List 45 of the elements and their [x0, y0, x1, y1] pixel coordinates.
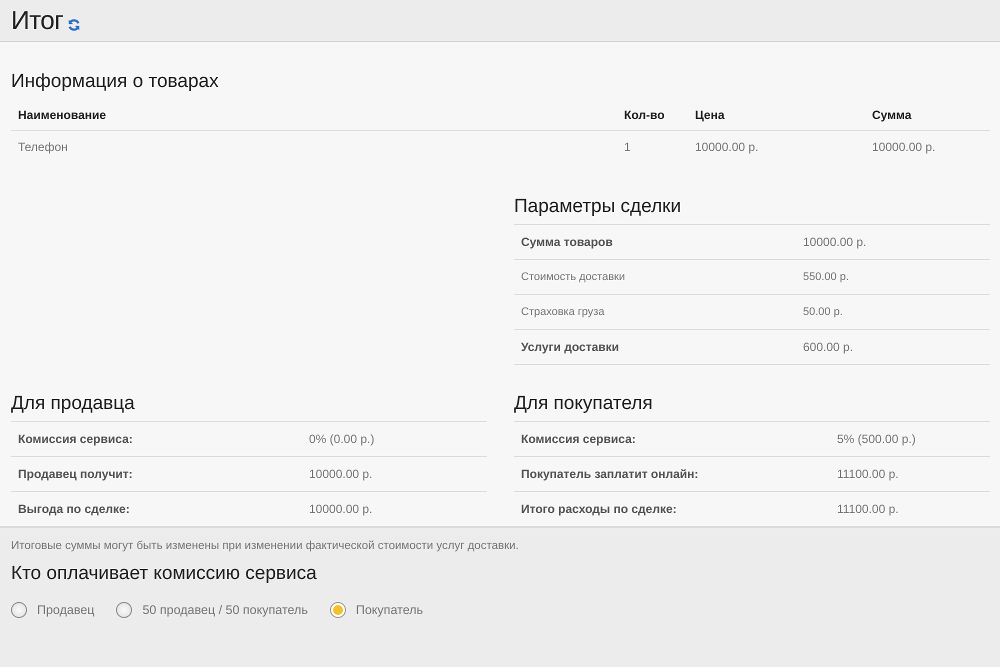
- row-value: 11100.00 р.: [837, 467, 900, 481]
- row-value: 50.00 р.: [803, 306, 844, 318]
- radio-option[interactable]: 50 продавец / 50 покупатель: [116, 602, 308, 618]
- radio-button[interactable]: [330, 602, 346, 618]
- radio-button[interactable]: [116, 602, 132, 618]
- row-label: Итого расходы по сделке:: [521, 502, 678, 516]
- row-value: 5% (500.00 р.): [837, 432, 917, 446]
- column-header: Цена: [688, 100, 865, 130]
- row-label: Комиссия сервиса:: [521, 432, 637, 446]
- row-label: Выгода по сделке:: [18, 502, 131, 516]
- row-label: Продавец получит:: [18, 467, 134, 481]
- table-cell: Телефон: [11, 130, 617, 163]
- table-cell: 10000.00 р.: [865, 130, 990, 163]
- note-text: Итоговые суммы могут быть изменены при изменении фактической стоимости услуг доставки.: [11, 540, 520, 552]
- option-label: Покупатель: [356, 603, 424, 617]
- row-value: 10000.00 р.: [803, 235, 868, 249]
- row-label: Сумма товаров: [521, 235, 614, 249]
- option-label: 50 продавец / 50 покупатель: [142, 603, 308, 617]
- row-value: 10000.00 р.: [309, 502, 374, 516]
- refresh-icon[interactable]: [67, 18, 82, 32]
- radio-option[interactable]: Продавец: [11, 602, 94, 618]
- table-cell: 1: [617, 130, 688, 163]
- row-label: Услуги доставки: [521, 340, 620, 354]
- section-title: Для продавца: [11, 392, 136, 416]
- column-header: Сумма: [865, 100, 990, 130]
- radio-option[interactable]: Покупатель: [330, 602, 424, 618]
- row-label: Стоимость доставки: [521, 271, 626, 283]
- radio-button[interactable]: [11, 602, 27, 618]
- page-title: Итог: [11, 5, 64, 36]
- row-value: 600.00 р.: [803, 340, 854, 354]
- row-value: 0% (0.00 р.): [309, 432, 376, 446]
- section-title: Кто оплачивает комиссию сервиса: [11, 562, 318, 586]
- row-label: Комиссия сервиса:: [18, 432, 134, 446]
- column-header: Наименование: [11, 100, 617, 130]
- row-label: Страховка груза: [521, 306, 606, 318]
- option-label: Продавец: [37, 603, 94, 617]
- section-title: Параметры сделки: [514, 195, 682, 219]
- row-value: 550.00 р.: [803, 271, 850, 283]
- row-value: 10000.00 р.: [309, 467, 374, 481]
- column-header: Кол-во: [617, 100, 688, 130]
- row-value: 11100.00 р.: [837, 502, 900, 516]
- section-title: Информация о товарах: [11, 70, 220, 94]
- section-title: Для покупателя: [514, 392, 654, 416]
- row-label: Покупатель заплатит онлайн:: [521, 467, 700, 481]
- table-cell: 10000.00 р.: [688, 130, 865, 163]
